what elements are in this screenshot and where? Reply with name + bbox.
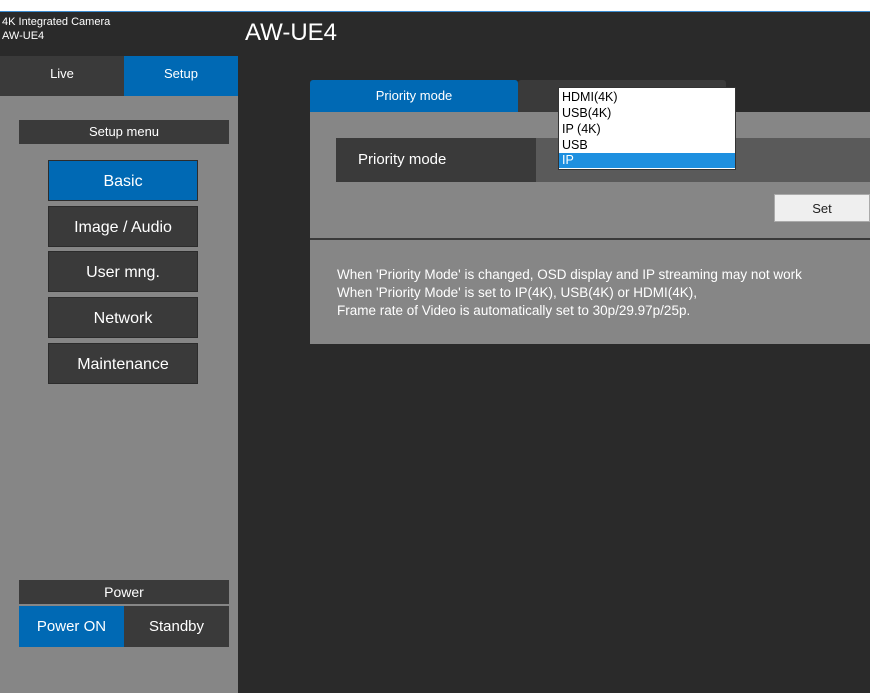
note-line-1: When 'Priority Mode' is changed, OSD dis…: [337, 267, 802, 282]
standby-button[interactable]: Standby: [124, 606, 229, 647]
option-ip-4k[interactable]: IP (4K): [559, 122, 735, 137]
option-ip[interactable]: IP: [559, 153, 735, 168]
top-strip: [0, 0, 870, 12]
set-button[interactable]: Set: [774, 194, 870, 222]
sidebar-item-network[interactable]: Network: [48, 297, 198, 338]
camera-label: 4K Integrated Camera AW-UE4: [0, 12, 238, 56]
option-usb-4k[interactable]: USB(4K): [559, 106, 735, 121]
option-hdmi-4k[interactable]: HDMI(4K): [559, 90, 735, 105]
panel-divider: [310, 238, 870, 240]
power-header: Power: [19, 580, 229, 604]
tab-live[interactable]: Live: [0, 56, 124, 96]
tab-priority-mode[interactable]: Priority mode: [310, 80, 518, 112]
note-line-3: Frame rate of Video is automatically set…: [337, 303, 691, 318]
sidebar-item-image-audio[interactable]: Image / Audio: [48, 206, 198, 247]
priority-mode-label: Priority mode: [336, 138, 536, 182]
sidebar-item-user-mng[interactable]: User mng.: [48, 251, 198, 292]
sidebar-item-basic[interactable]: Basic: [48, 160, 198, 201]
note-line-2: When 'Priority Mode' is set to IP(4K), U…: [337, 285, 697, 300]
camera-model-type: 4K Integrated Camera: [2, 16, 111, 28]
setup-menu-header: Setup menu: [19, 120, 229, 144]
power-on-button[interactable]: Power ON: [19, 606, 124, 647]
page-title: AW-UE4: [245, 19, 338, 46]
sidebar-item-maintenance[interactable]: Maintenance: [48, 343, 198, 384]
tab-setup[interactable]: Setup: [124, 56, 238, 96]
option-usb[interactable]: USB: [559, 138, 735, 153]
camera-model-name: AW-UE4: [2, 30, 45, 42]
priority-mode-dropdown-list[interactable]: HDMI(4K) USB(4K) IP (4K) USB IP: [558, 87, 736, 170]
